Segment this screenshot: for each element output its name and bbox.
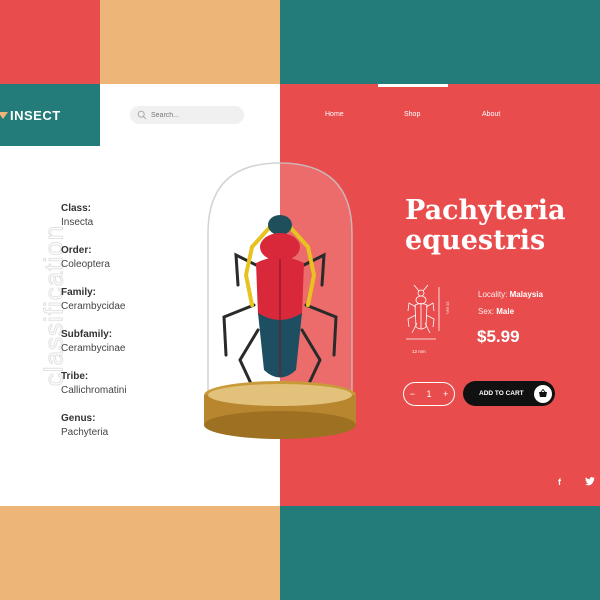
locality: Locality: Malaysia — [478, 290, 543, 299]
twitter-icon[interactable] — [585, 477, 595, 486]
sex: Sex: Male — [478, 307, 514, 316]
basket-icon — [534, 384, 552, 403]
background-block-teal — [280, 0, 600, 84]
taxonomy-item-genus: Genus: Pachyteria — [61, 413, 211, 455]
taxonomy-label: Family: — [61, 287, 97, 298]
add-to-cart-label: ADD TO CART — [479, 390, 524, 397]
taxonomy-item-subfamily: Subfamily: Cerambycinae — [61, 329, 211, 371]
quantity-decrement-button[interactable]: − — [410, 389, 415, 399]
quantity-increment-button[interactable]: + — [443, 389, 448, 399]
taxonomy-item-class: Class: Insecta — [61, 203, 211, 245]
quantity-stepper[interactable]: − 1 + — [403, 382, 455, 406]
beetle-outline-icon — [406, 284, 440, 340]
taxonomy-value: Cerambycinae — [61, 343, 126, 354]
nav-active-indicator — [378, 84, 448, 87]
taxonomy-label: Genus: — [61, 413, 96, 424]
taxonomy-label: Order: — [61, 245, 92, 256]
sex-label: Sex: — [478, 307, 495, 316]
background-block-teal-bottom — [280, 506, 600, 600]
price: $5.99 — [477, 327, 520, 346]
beetle-head — [268, 215, 292, 235]
logo-mark-icon — [0, 111, 8, 119]
taxonomy-value: Callichromatini — [61, 385, 127, 396]
nav-item-about[interactable]: About — [482, 111, 500, 118]
background-block-tan-bottom — [0, 506, 280, 600]
beetle-specimen-image — [204, 162, 356, 439]
taxonomy-label: Tribe: — [61, 371, 89, 382]
sex-value: Male — [496, 307, 515, 316]
locality-label: Locality: — [478, 290, 508, 299]
size-diagram: 32 mm 12 mm — [402, 283, 462, 357]
taxonomy-value: Coleoptera — [61, 259, 110, 270]
taxonomy-value: Cerambycidae — [61, 301, 126, 312]
height-label: 32 mm — [445, 301, 451, 314]
taxonomy-value: Insecta — [61, 217, 94, 228]
background-block-tan — [100, 0, 280, 84]
taxonomy-label: Subfamily: — [61, 329, 113, 340]
facebook-icon[interactable]: f — [558, 477, 561, 487]
search-bar[interactable] — [130, 106, 244, 124]
beetle-thorax — [260, 233, 300, 261]
width-label: 12 mm — [412, 349, 426, 354]
logo-text: INSECT — [10, 107, 61, 123]
background-block-red — [0, 0, 100, 84]
species-title-line2: equestris — [405, 225, 546, 256]
taxonomy-list: Class: Insecta Order: Coleoptera Family:… — [61, 203, 211, 455]
taxonomy-item-family: Family: Cerambycidae — [61, 287, 211, 329]
quantity-value: 1 — [426, 389, 432, 399]
taxonomy-value: Pachyteria — [61, 427, 109, 438]
nav-item-shop[interactable]: Shop — [404, 111, 420, 118]
taxonomy-item-order: Order: Coleoptera — [61, 245, 211, 287]
species-title-line1: Pachyteria — [405, 195, 566, 226]
nav-item-home[interactable]: Home — [325, 111, 344, 118]
add-to-cart-button[interactable]: ADD TO CART — [463, 381, 555, 406]
logo[interactable]: INSECT — [0, 84, 100, 146]
taxonomy-item-tribe: Tribe: Callichromatini — [61, 371, 211, 413]
search-input[interactable] — [151, 111, 231, 119]
taxonomy-label: Class: — [61, 203, 92, 214]
search-icon — [137, 110, 147, 120]
species-title: Pachyteria equestris — [405, 196, 595, 256]
locality-value: Malaysia — [509, 290, 543, 299]
